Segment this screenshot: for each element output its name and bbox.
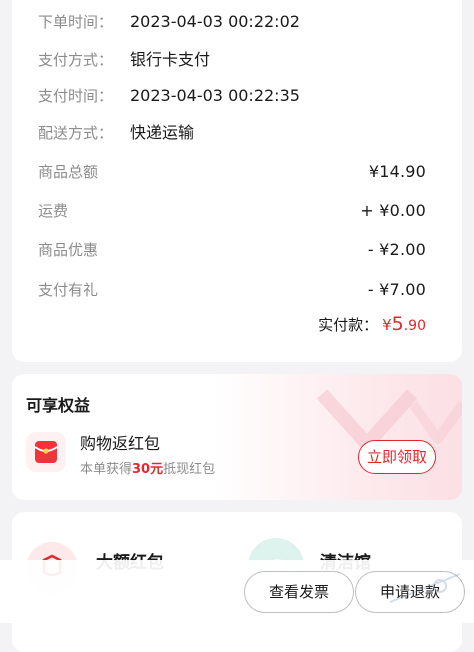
- goods-total-label: 商品总额: [38, 163, 99, 181]
- order-time-label: 下单时间：: [38, 13, 114, 31]
- delivery-method-value: 快递运输: [130, 123, 195, 142]
- apply-refund-button[interactable]: 申请退款: [355, 571, 465, 613]
- goods-discount-value: - ¥2.00: [367, 240, 426, 259]
- payment-method-value: 银行卡支付: [130, 50, 211, 69]
- bottom-action-bar: 查看发票 申请退款: [0, 560, 474, 623]
- cashback-desc-suffix: 抵现红包: [163, 462, 216, 477]
- actual-paid-currency: ¥: [382, 316, 392, 334]
- view-invoice-button[interactable]: 查看发票: [244, 571, 354, 613]
- order-time-row: 下单时间： 2023-04-03 00:22:02: [38, 10, 426, 34]
- shipping-fee-label: 运费: [38, 202, 69, 220]
- goods-total-row: 商品总额 ¥14.90: [38, 160, 426, 184]
- payment-gift-value: - ¥7.00: [367, 280, 426, 299]
- cashback-description: 本单获得30元抵现红包: [80, 458, 215, 477]
- payment-gift-label: 支付有礼: [38, 281, 99, 299]
- actual-paid: 实付款： ¥5.90: [318, 310, 426, 338]
- shipping-fee-row: 运费 + ¥0.00: [38, 199, 426, 223]
- benefits-card: 可享权益 购物返红包 本单获得30元抵现红包 立即领取: [12, 374, 462, 500]
- benefits-title: 可享权益: [26, 396, 91, 415]
- claim-now-button[interactable]: 立即领取: [358, 440, 436, 474]
- cashback-title: 购物返红包: [80, 434, 161, 453]
- order-time-value: 2023-04-03 00:22:02: [130, 12, 300, 31]
- cashback-amount: 30元: [132, 462, 164, 477]
- payment-time-row: 支付时间： 2023-04-03 00:22:35: [38, 84, 426, 108]
- actual-paid-integer: 5: [391, 313, 404, 335]
- payment-gift-row: 支付有礼 - ¥7.00: [38, 278, 426, 302]
- red-envelope-icon: [26, 432, 66, 472]
- delivery-method-row: 配送方式： 快递运输: [38, 121, 426, 145]
- delivery-method-label: 配送方式：: [38, 124, 114, 142]
- goods-total-value: ¥14.90: [368, 162, 426, 181]
- cashback-desc-prefix: 本单获得: [80, 462, 133, 477]
- actual-paid-decimal: .90: [403, 318, 426, 334]
- payment-method-label: 支付方式：: [38, 51, 114, 69]
- payment-method-row: 支付方式： 银行卡支付: [38, 48, 426, 72]
- actual-paid-label: 实付款：: [318, 316, 379, 334]
- order-info-card: 下单时间： 2023-04-03 00:22:02 支付方式： 银行卡支付 支付…: [12, 0, 462, 362]
- goods-discount-label: 商品优惠: [38, 241, 99, 259]
- payment-time-label: 支付时间：: [38, 87, 114, 105]
- goods-discount-row: 商品优惠 - ¥2.00: [38, 238, 426, 262]
- shipping-fee-value: + ¥0.00: [360, 201, 426, 220]
- payment-time-value: 2023-04-03 00:22:35: [130, 86, 300, 105]
